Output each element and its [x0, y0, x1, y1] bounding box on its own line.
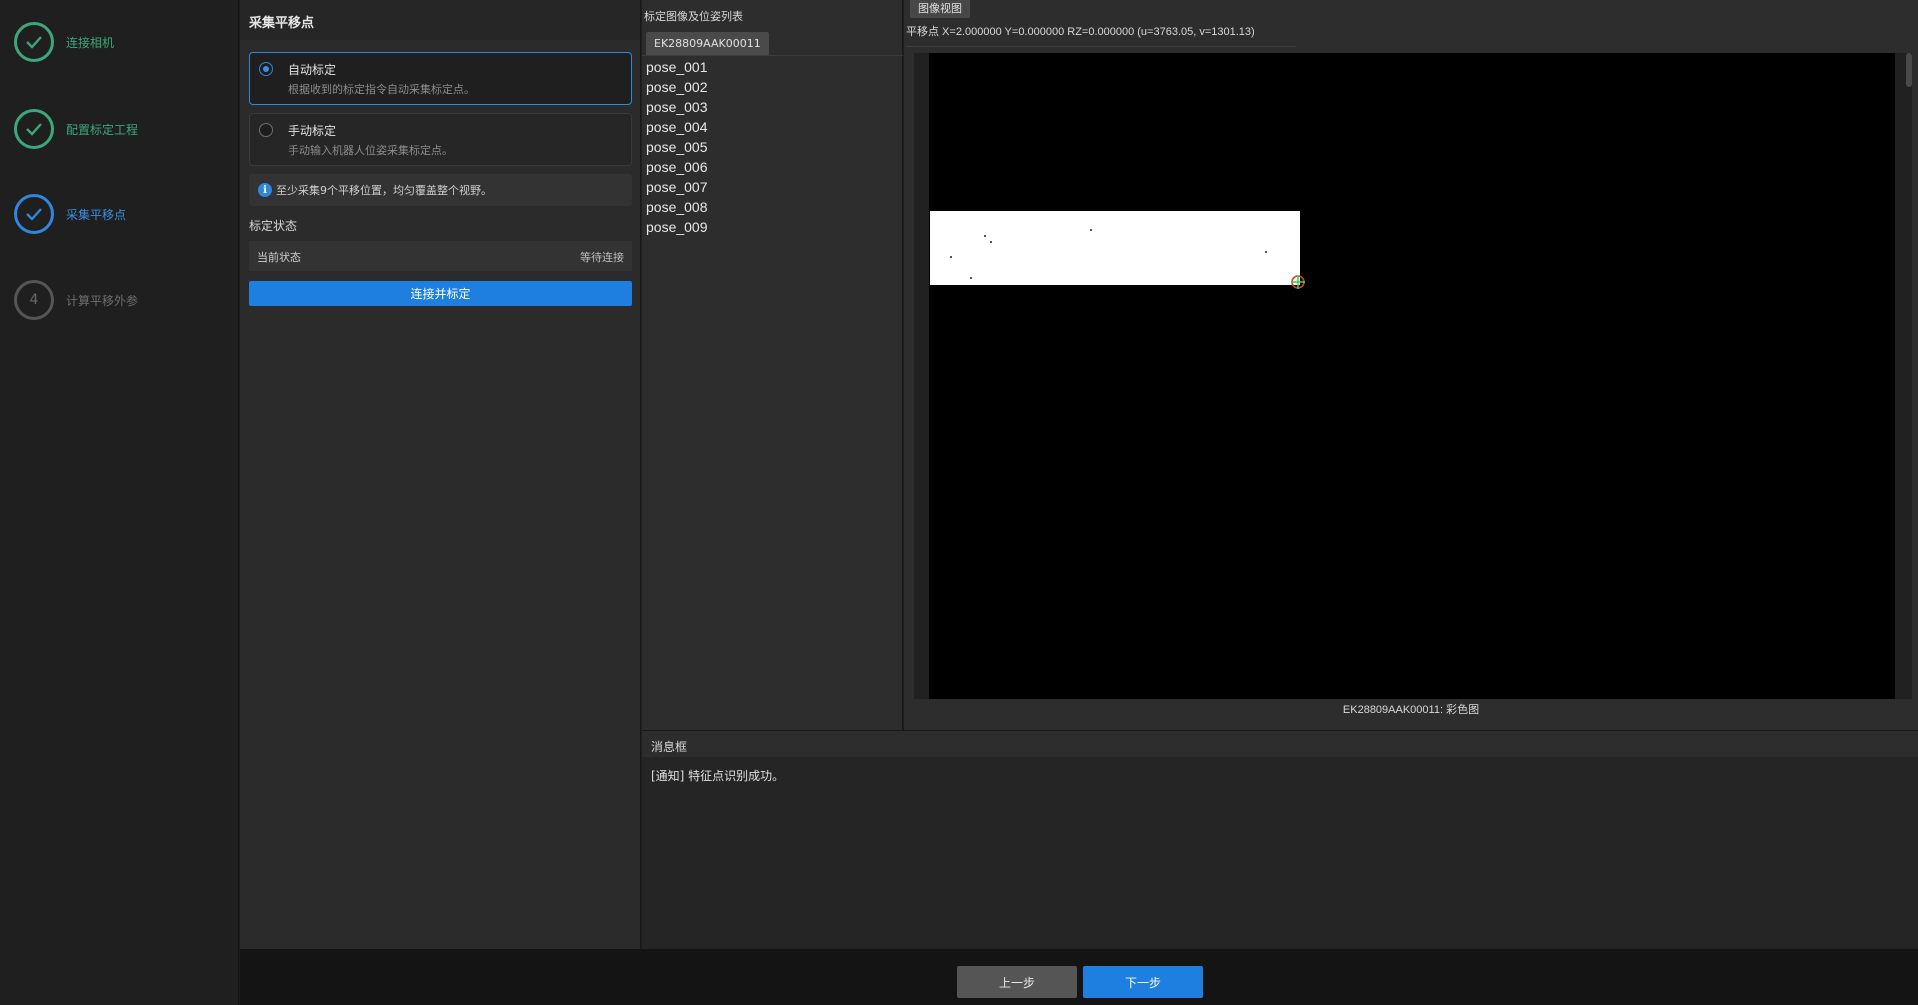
step-done-circle: [14, 22, 54, 62]
step-label: 连接相机: [66, 35, 115, 50]
list-item[interactable]: pose_008: [646, 197, 896, 217]
step-label: 计算平移外参: [66, 293, 139, 308]
step-connect-camera[interactable]: 连接相机: [14, 20, 234, 64]
previous-step-button[interactable]: 上一步: [957, 966, 1077, 998]
vertical-scrollbar[interactable]: [1906, 53, 1912, 87]
step-configure-project[interactable]: 配置标定工程: [14, 107, 234, 151]
list-item[interactable]: pose_001: [646, 57, 896, 77]
option-description: 根据收到的标定指令自动采集标定点。: [288, 83, 475, 96]
status-value: 等待连接: [580, 251, 624, 264]
list-item[interactable]: pose_002: [646, 77, 896, 97]
list-item[interactable]: pose_004: [646, 117, 896, 137]
status-row: 当前状态 等待连接: [249, 241, 632, 271]
message-line: [通知] 特征点识别成功。: [651, 769, 785, 783]
radio-unchecked-icon[interactable]: [259, 123, 273, 137]
status-label: 当前状态: [257, 251, 301, 264]
step-compute-extrinsics[interactable]: 4 计算平移外参: [14, 278, 234, 322]
image-speck: [990, 241, 992, 243]
step-done-circle: [14, 109, 54, 149]
option-title: 手动标定: [288, 124, 337, 138]
message-box-panel: 消息框 [通知] 特征点识别成功。: [642, 730, 1918, 949]
wizard-footer: 上一步 下一步: [240, 949, 1918, 1005]
connect-and-calibrate-button[interactable]: 连接并标定: [249, 281, 632, 306]
panel-title: 采集平移点: [249, 16, 315, 31]
step-collect-translation-points[interactable]: 采集平移点: [14, 192, 234, 236]
image-speck: [970, 277, 972, 279]
readout-divider: [906, 46, 1296, 47]
step-active-circle: [14, 194, 54, 234]
list-item[interactable]: pose_006: [646, 157, 896, 177]
feature-point-marker-icon: [1291, 275, 1305, 289]
list-item[interactable]: pose_007: [646, 177, 896, 197]
step-sidebar: 连接相机 配置标定工程 采集平移点 4 计算平移外参: [0, 0, 239, 1005]
step-number-circle: 4: [14, 280, 54, 320]
list-item[interactable]: pose_003: [646, 97, 896, 117]
manual-calibration-option[interactable]: 手动标定 手动输入机器人位姿采集标定点。: [249, 113, 632, 166]
camera-tab[interactable]: EK28809AAK00011: [646, 32, 769, 55]
message-box-header: [642, 731, 1918, 757]
check-icon: [26, 36, 42, 49]
list-item[interactable]: pose_005: [646, 137, 896, 157]
check-icon: [26, 208, 42, 221]
status-heading: 标定状态: [249, 219, 298, 233]
image-view-panel: 图像视图 平移点 X=2.000000 Y=0.000000 RZ=0.0000…: [904, 0, 1918, 730]
calibration-target-image: [930, 211, 1300, 285]
message-box-title: 消息框: [651, 740, 688, 754]
image-view-tab[interactable]: 图像视图: [910, 0, 970, 18]
step-label: 配置标定工程: [66, 122, 139, 137]
radio-checked-icon[interactable]: [259, 62, 273, 76]
option-title: 自动标定: [288, 63, 337, 77]
list-item[interactable]: pose_009: [646, 217, 896, 237]
next-step-button[interactable]: 下一步: [1083, 966, 1203, 998]
auto-calibration-option[interactable]: 自动标定 根据收到的标定指令自动采集标定点。: [249, 52, 632, 105]
pose-readout: 平移点 X=2.000000 Y=0.000000 RZ=0.000000 (u…: [906, 26, 1255, 38]
pose-list-panel: 标定图像及位姿列表 EK28809AAK00011 pose_001 pose_…: [642, 0, 903, 730]
check-icon: [26, 123, 42, 136]
info-text: 至少采集9个平移位置，均匀覆盖整个视野。: [276, 184, 492, 197]
collect-points-panel: 采集平移点 自动标定 根据收到的标定指令自动采集标定点。 手动标定 手动输入机器…: [240, 0, 641, 949]
image-speck: [984, 235, 986, 237]
image-speck: [1090, 229, 1092, 231]
image-speck: [1265, 251, 1267, 253]
step-label: 采集平移点: [66, 207, 127, 222]
image-caption: EK28809AAK00011: 彩色图: [1342, 704, 1480, 716]
pose-list: pose_001 pose_002 pose_003 pose_004 pose…: [646, 57, 896, 237]
image-canvas[interactable]: [929, 53, 1895, 699]
info-icon: i: [258, 183, 272, 197]
image-speck: [950, 256, 952, 258]
tab-divider: [642, 55, 903, 56]
info-hint: i 至少采集9个平移位置，均匀覆盖整个视野。: [249, 174, 632, 206]
pose-panel-title: 标定图像及位姿列表: [644, 10, 743, 23]
option-description: 手动输入机器人位姿采集标定点。: [288, 144, 453, 157]
